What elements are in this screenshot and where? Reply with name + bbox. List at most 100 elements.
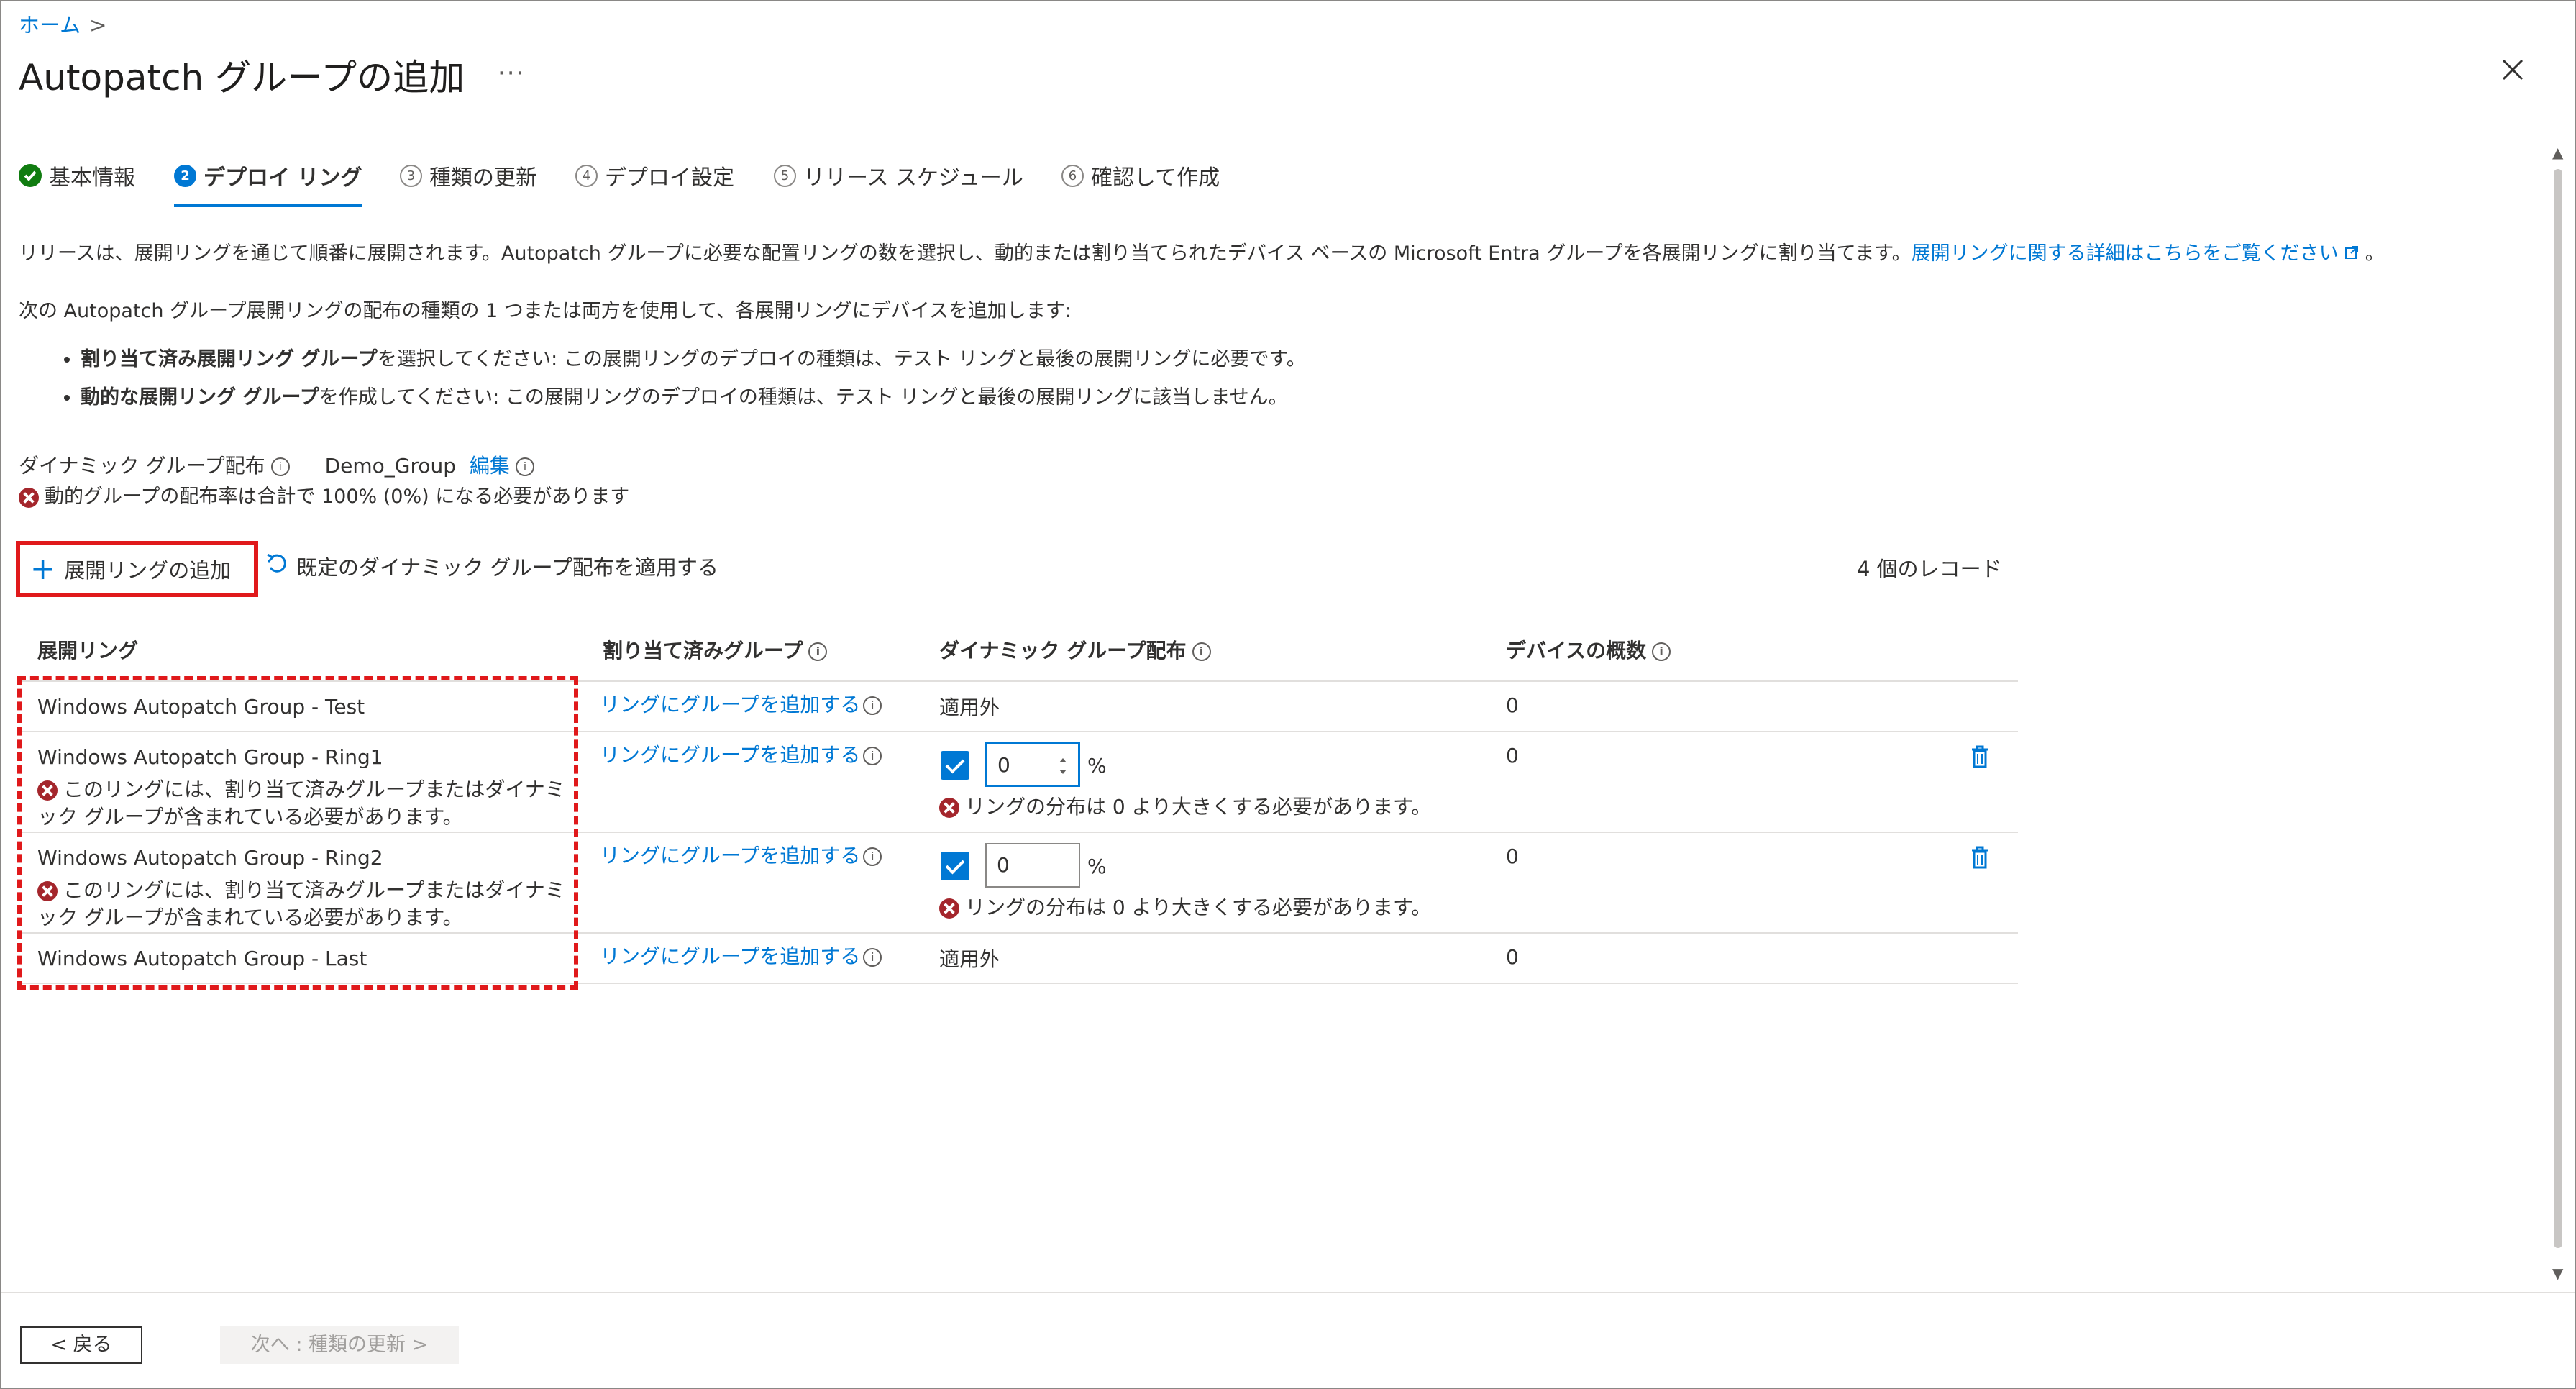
tab-deploy-rings-label: デプロイ リング <box>204 165 362 191</box>
plus-icon: + <box>30 551 56 586</box>
breadcrumb-separator: > <box>89 13 107 37</box>
info-icon[interactable]: i <box>863 847 882 866</box>
distribution-not-applicable: 適用外 <box>939 696 1000 719</box>
column-header-device-count: デバイスの概数 i <box>1506 635 1671 664</box>
tab-review-create[interactable]: 6 確認して作成 <box>1061 160 1220 191</box>
breadcrumb-home-link[interactable]: ホーム <box>19 13 81 37</box>
tab-basics[interactable]: 基本情報 <box>19 160 135 191</box>
step-number-icon: 6 <box>1061 164 1084 187</box>
ring-names-highlight <box>17 676 578 990</box>
tab-update-types-label: 種類の更新 <box>429 165 537 191</box>
dynamic-group-value: Demo_Group <box>324 454 457 478</box>
device-count: 0 <box>1506 844 1519 868</box>
scroll-down-icon[interactable]: ▼ <box>2552 1265 2563 1282</box>
distribution-error-text: リングの分布は 0 より大きくする必要があります。 <box>965 896 1432 919</box>
info-icon[interactable]: i <box>863 948 882 967</box>
percent-sign: % <box>1087 855 1107 878</box>
delete-icon[interactable] <box>1970 745 1989 768</box>
intro-description: リリースは、展開リングを通じて順番に展開されます。Autopatch グループに… <box>19 242 1912 265</box>
add-group-to-ring-link[interactable]: リングにグループを追加する i <box>600 840 882 869</box>
spin-arrows-icon[interactable] <box>1058 752 1068 793</box>
info-icon[interactable]: i <box>515 457 534 476</box>
tab-basics-label: 基本情報 <box>49 165 135 191</box>
undo-icon <box>266 552 288 581</box>
active-tab-underline <box>174 204 362 207</box>
add-group-link-label: リングにグループを追加する <box>600 693 861 716</box>
error-icon <box>939 798 959 818</box>
tab-review-create-label: 確認して作成 <box>1091 165 1220 191</box>
error-icon <box>19 487 39 508</box>
record-count: 4 個のレコード <box>1857 557 2002 581</box>
distribution-percent-input[interactable]: 0 <box>985 742 1080 787</box>
error-icon <box>939 898 959 919</box>
info-icon[interactable]: i <box>863 747 882 765</box>
edit-link[interactable]: 編集 <box>470 454 510 478</box>
add-deployment-ring-label: 展開リングの追加 <box>64 558 232 583</box>
deploy-ring-help-link[interactable]: 展開リングに関する詳細はこちらをご覧ください <box>1912 242 2339 265</box>
next-button[interactable]: 次へ : 種類の更新 > <box>220 1326 459 1364</box>
delete-icon[interactable] <box>1970 846 1989 869</box>
tab-deploy-rings[interactable]: 2 デプロイ リング <box>174 160 362 191</box>
breadcrumb: ホーム > <box>19 9 106 39</box>
add-group-link-label: リングにグループを追加する <box>600 844 861 867</box>
scroll-up-icon[interactable]: ▲ <box>2552 144 2563 161</box>
column-header-label: ダイナミック グループ配布 <box>939 639 1187 662</box>
close-icon[interactable] <box>2499 56 2526 83</box>
step-number-icon: 4 <box>575 164 598 187</box>
add-group-to-ring-link[interactable]: リングにグループを追加する i <box>600 689 882 718</box>
info-icon[interactable]: i <box>808 642 828 661</box>
dynamic-distribution-row: ダイナミック グループ配布 i Demo_Group 編集 i <box>19 450 534 479</box>
distribution-percent-input[interactable]: 0 <box>985 843 1080 888</box>
column-header-label: 割り当て済みグループ <box>603 639 803 662</box>
distribution-checkbox[interactable] <box>941 852 969 880</box>
info-icon[interactable]: i <box>1192 642 1211 661</box>
column-header-dynamic-distribution: ダイナミック グループ配布 i <box>939 635 1211 664</box>
bullet-bold: 割り当て済み展開リング グループ <box>81 348 378 370</box>
distribution-error-text: 動的グループの配布率は合計で 100% (0%) になる必要があります <box>45 486 630 508</box>
step-number-icon: 5 <box>774 164 796 187</box>
intro-end: 。 <box>2365 242 2385 265</box>
distribution-percent-value: 0 <box>997 853 1010 877</box>
add-group-link-label: リングにグループを追加する <box>600 743 861 767</box>
page-title: Autopatch グループの追加 <box>19 57 465 99</box>
bullet-text: を選択してください: この展開リングのデプロイの種類は、テスト リングと最後の展… <box>377 348 1306 370</box>
column-header-label: デバイスの概数 <box>1506 639 1647 662</box>
distribution-error: 動的グループの配布率は合計で 100% (0%) になる必要があります <box>19 481 629 509</box>
back-button[interactable]: < 戻る <box>20 1326 142 1364</box>
distribution-error: リングの分布は 0 より大きくする必要があります。 <box>939 892 1431 921</box>
external-link-icon[interactable] <box>2344 242 2365 265</box>
info-icon[interactable]: i <box>863 696 882 715</box>
check-circle-icon <box>19 164 42 187</box>
bullet-bold: 動的な展開リング グループ <box>81 386 319 409</box>
add-group-to-ring-link[interactable]: リングにグループを追加する i <box>600 739 882 768</box>
add-deployment-ring-button[interactable]: + 展開リングの追加 <box>16 541 258 597</box>
column-header-ring: 展開リング <box>37 639 139 662</box>
column-header-assigned-group: 割り当て済みグループ i <box>603 635 828 664</box>
list-item: 割り当て済み展開リング グループを選択してください: この展開リングのデプロイの… <box>81 343 1306 371</box>
info-icon[interactable]: i <box>1652 642 1671 661</box>
instructions-subtitle: 次の Autopatch グループ展開リングの配布の種類の 1 つまたは両方を使… <box>19 300 1072 322</box>
device-count: 0 <box>1506 744 1519 768</box>
footer-divider <box>1 1292 2575 1293</box>
tab-release-schedule[interactable]: 5 リリース スケジュール <box>774 160 1023 191</box>
scrollbar-thumb[interactable] <box>2554 169 2562 1248</box>
bullet-text: を作成してください: この展開リングのデプロイの種類は、テスト リングと最後の展… <box>319 386 1288 409</box>
more-options-button[interactable]: ··· <box>498 59 525 88</box>
info-icon[interactable]: i <box>270 457 290 476</box>
instructions-list: 割り当て済み展開リング グループを選択してください: この展開リングのデプロイの… <box>58 343 1306 419</box>
tab-update-types[interactable]: 3 種類の更新 <box>400 160 537 191</box>
list-item: 動的な展開リング グループを作成してください: この展開リングのデプロイの種類は… <box>81 381 1306 409</box>
tab-release-schedule-label: リリース スケジュール <box>803 165 1023 191</box>
apply-default-distribution-button[interactable]: 既定のダイナミック グループ配布を適用する <box>266 551 718 581</box>
distribution-not-applicable: 適用外 <box>939 947 1000 971</box>
step-number-icon: 2 <box>174 164 196 187</box>
device-count: 0 <box>1506 693 1519 717</box>
tab-deploy-settings[interactable]: 4 デプロイ設定 <box>575 160 734 191</box>
device-count: 0 <box>1506 945 1519 969</box>
tab-deploy-settings-label: デプロイ設定 <box>605 165 734 191</box>
distribution-checkbox[interactable] <box>941 751 969 780</box>
dynamic-distribution-label: ダイナミック グループ配布 <box>19 454 265 478</box>
add-group-to-ring-link[interactable]: リングにグループを追加する i <box>600 941 882 970</box>
add-group-link-label: リングにグループを追加する <box>600 944 861 968</box>
percent-sign: % <box>1087 754 1107 778</box>
